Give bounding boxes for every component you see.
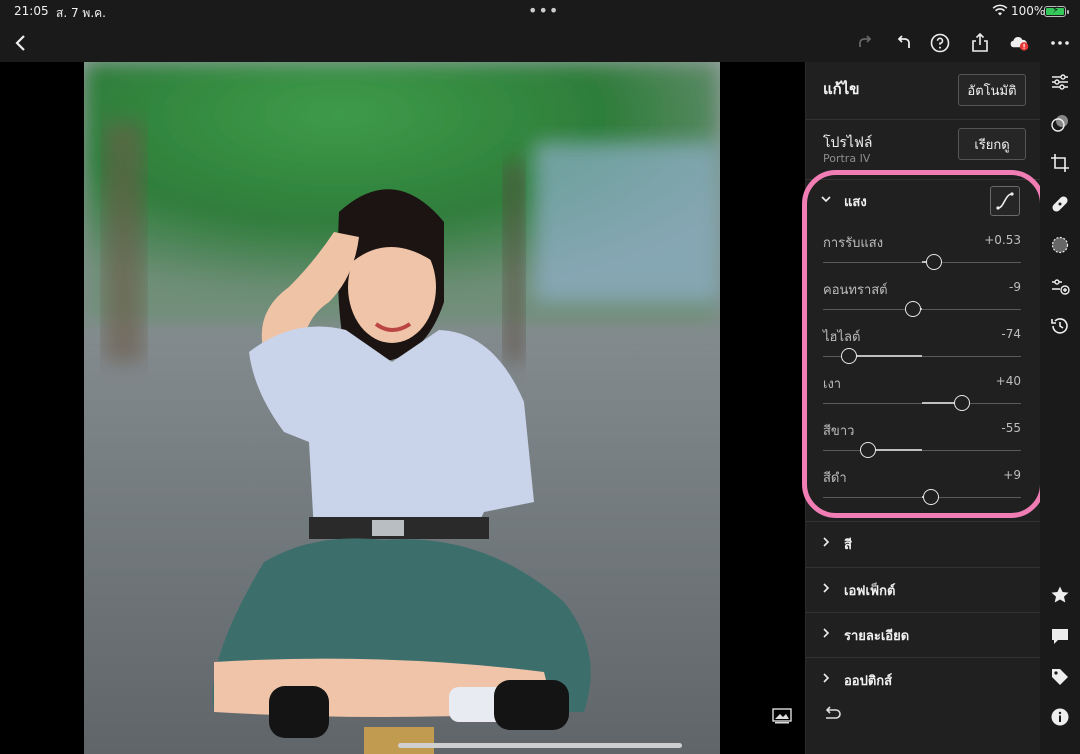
section-header-effects[interactable]: เอฟเฟ็กต์ — [806, 568, 1041, 612]
slider-value[interactable]: -55 — [1001, 421, 1021, 435]
slider-fill — [848, 355, 922, 357]
slider-label: เงา — [823, 377, 842, 392]
status-time: 21:05 — [14, 4, 49, 18]
slider-knob[interactable] — [953, 395, 970, 411]
section-label-color: สี — [844, 538, 852, 553]
slider-value[interactable]: -74 — [1001, 327, 1021, 341]
battery-percent: 100% — [1011, 4, 1046, 18]
slider-fill — [867, 449, 922, 451]
status-date: ส. 7 พ.ค. — [56, 6, 106, 20]
slider-value[interactable]: -9 — [1009, 280, 1021, 294]
slider-value[interactable]: +9 — [1003, 468, 1021, 482]
edit-panel: แก้ไข อัตโนมัติ โปรไฟล์ Portra IV เรียกด… — [805, 62, 1041, 754]
healing-icon[interactable] — [1050, 194, 1070, 214]
divider — [806, 119, 1041, 120]
reset-icon[interactable] — [822, 706, 842, 724]
crop-icon[interactable] — [1050, 153, 1070, 173]
browse-profiles-button[interactable]: เรียกดู — [958, 128, 1026, 160]
profile-label: โปรไฟล์ — [823, 135, 873, 151]
back-chevron-icon[interactable] — [8, 30, 34, 56]
before-after-compare-icon[interactable] — [772, 708, 792, 724]
top-toolbar — [0, 24, 1080, 62]
chevron-right-icon — [823, 583, 830, 593]
comment-icon[interactable] — [1050, 626, 1070, 646]
info-icon[interactable] — [1050, 707, 1070, 727]
section-label-optics: ออปติกส์ — [844, 674, 893, 689]
slider-shadows[interactable]: เงา +40 — [823, 373, 1021, 417]
slider-label: คอนทราสต์ — [823, 283, 888, 298]
slider-label: สีขาว — [823, 424, 855, 439]
slider-knob[interactable] — [922, 489, 939, 505]
auto-button[interactable]: อัตโนมัติ — [958, 74, 1026, 106]
slider-label: การรับแสง — [823, 236, 884, 251]
section-header-detail[interactable]: รายละเอียด — [806, 613, 1041, 657]
photo-canvas[interactable] — [0, 62, 805, 754]
section-header-color[interactable]: สี — [806, 522, 1041, 566]
slider-whites[interactable]: สีขาว -55 — [823, 420, 1021, 464]
presets-icon[interactable] — [1050, 276, 1070, 296]
slider-exposure[interactable]: การรับแสง +0.53 — [823, 232, 1021, 276]
slider-knob[interactable] — [905, 301, 922, 317]
battery-icon: ⚡ — [1044, 5, 1069, 17]
section-header-optics[interactable]: ออปติกส์ — [806, 658, 1041, 702]
slider-label: สีดำ — [823, 471, 847, 486]
wifi-icon — [992, 4, 1008, 16]
share-icon[interactable] — [967, 30, 993, 56]
tone-curve-button[interactable] — [990, 186, 1020, 216]
slider-track[interactable] — [823, 450, 1021, 451]
slider-track[interactable] — [823, 309, 1021, 310]
home-indicator[interactable] — [398, 743, 682, 748]
chevron-down-icon — [821, 196, 831, 203]
slider-highlights[interactable]: ไฮไลต์ -74 — [823, 326, 1021, 370]
section-label-light: แสง — [844, 195, 867, 210]
keyword-tag-icon[interactable] — [1050, 667, 1070, 687]
help-icon[interactable] — [927, 30, 953, 56]
section-label-effects: เอฟเฟ็กต์ — [844, 584, 896, 599]
tone-curve-icon — [996, 192, 1014, 210]
slider-blacks[interactable]: สีดำ +9 — [823, 467, 1021, 511]
slider-label: ไฮไลต์ — [823, 330, 861, 345]
charging-bolt-icon: ⚡ — [1052, 5, 1060, 16]
rating-star-icon[interactable] — [1050, 585, 1070, 605]
redo-icon[interactable] — [852, 30, 878, 56]
slider-knob[interactable] — [925, 254, 942, 270]
masking-icon[interactable] — [1050, 113, 1070, 133]
chevron-right-icon — [823, 628, 830, 638]
status-bar: 21:05 ส. 7 พ.ค. ••• 100% ⚡ — [0, 0, 1080, 24]
panel-title: แก้ไข — [823, 80, 860, 98]
multitasking-dots-icon[interactable]: ••• — [528, 1, 559, 20]
section-label-detail: รายละเอียด — [844, 629, 910, 644]
undo-icon[interactable] — [891, 30, 917, 56]
chevron-right-icon — [823, 537, 830, 547]
tool-rail — [1040, 62, 1080, 754]
edited-photo — [84, 62, 720, 754]
slider-value[interactable]: +40 — [996, 374, 1021, 388]
profile-value[interactable]: Portra IV — [823, 152, 870, 165]
more-icon[interactable] — [1047, 30, 1073, 56]
slider-contrast[interactable]: คอนทราสต์ -9 — [823, 279, 1021, 323]
edit-sliders-icon[interactable] — [1050, 72, 1070, 92]
versions-icon[interactable] — [1050, 316, 1070, 336]
selective-icon[interactable] — [1050, 235, 1070, 255]
slider-knob[interactable] — [840, 348, 857, 364]
slider-knob[interactable] — [859, 442, 876, 458]
chevron-right-icon — [823, 673, 830, 683]
cloud-sync-error-icon[interactable] — [1006, 30, 1032, 56]
slider-value[interactable]: +0.53 — [984, 233, 1021, 247]
